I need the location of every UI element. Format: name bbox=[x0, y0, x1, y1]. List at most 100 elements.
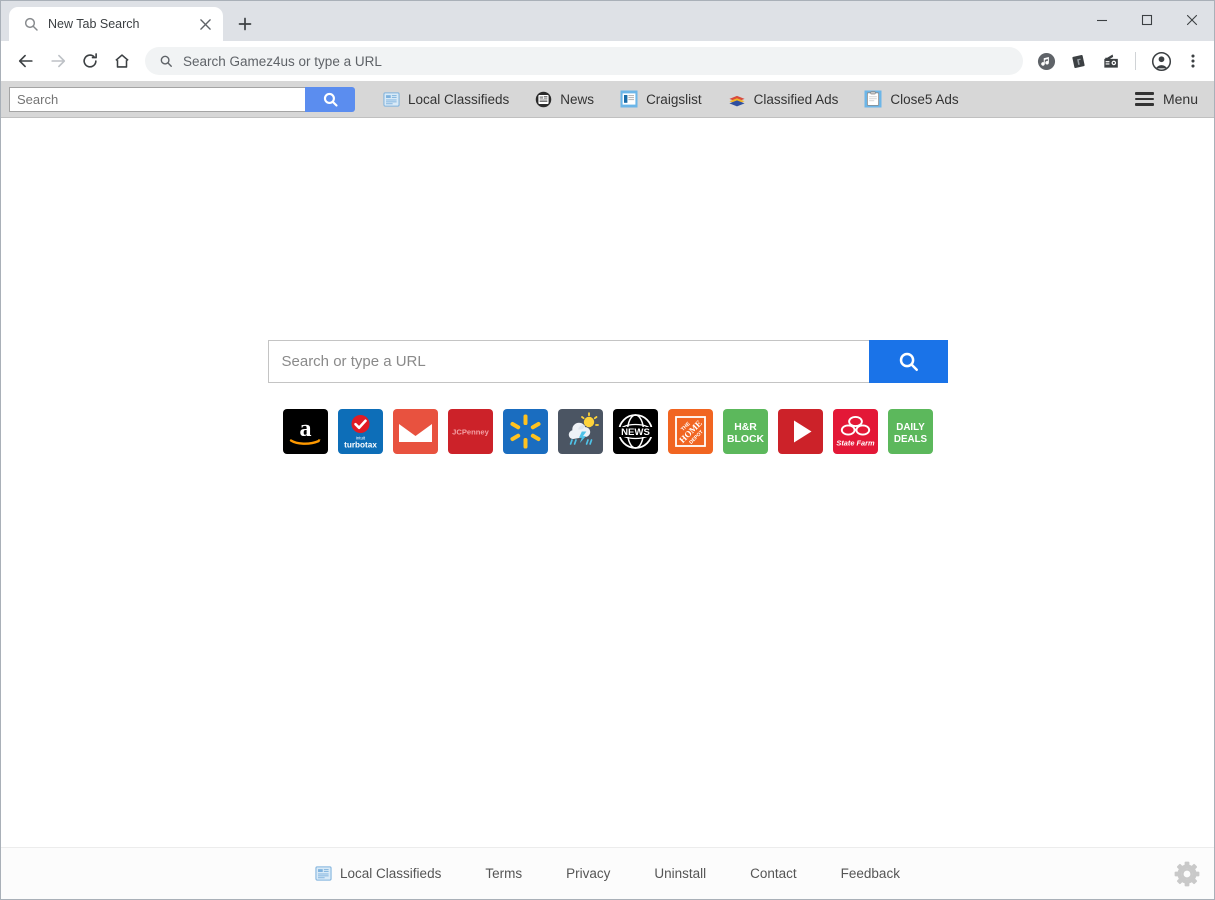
toolbar-search-button[interactable] bbox=[305, 86, 355, 112]
home-icon[interactable] bbox=[107, 46, 137, 76]
shortcut-tiles: a intuit turbotax JCPenney NEWS THE HOME… bbox=[282, 409, 933, 454]
toolbar-link-label: Close5 Ads bbox=[890, 91, 959, 107]
tile-news[interactable]: NEWS bbox=[612, 409, 658, 454]
tab-new-tab-search[interactable]: New Tab Search bbox=[9, 7, 223, 41]
three-dot-menu-icon[interactable] bbox=[1180, 48, 1206, 74]
maximize-button[interactable] bbox=[1124, 1, 1169, 39]
reload-icon[interactable] bbox=[75, 46, 105, 76]
toolbar-link-label: Local Classifieds bbox=[408, 91, 510, 107]
footer-link-contact[interactable]: Contact bbox=[750, 866, 797, 881]
svg-text:turbotax: turbotax bbox=[344, 441, 377, 450]
gear-icon bbox=[1174, 861, 1200, 886]
news-icon bbox=[535, 91, 552, 108]
main-search-button[interactable] bbox=[868, 340, 948, 383]
toolbar-link-craigslist[interactable]: Craigslist bbox=[620, 90, 702, 108]
close-icon[interactable] bbox=[196, 15, 214, 33]
footer-link-local-classifieds[interactable]: Local Classifieds bbox=[315, 865, 441, 882]
radio-icon[interactable] bbox=[1097, 48, 1123, 74]
settings-button[interactable] bbox=[1172, 859, 1202, 889]
new-tab-button[interactable] bbox=[231, 10, 259, 38]
svg-text:H&R: H&R bbox=[734, 422, 757, 433]
svg-text:State Farm: State Farm bbox=[836, 439, 875, 448]
divider bbox=[1135, 52, 1136, 70]
toolbar-search bbox=[9, 86, 355, 112]
hrblock-icon: H&R BLOCK bbox=[727, 422, 764, 445]
tab-strip: New Tab Search bbox=[1, 1, 1214, 41]
footer-link-uninstall[interactable]: Uninstall bbox=[654, 866, 706, 881]
toolbar-link-local-classifieds[interactable]: Local Classifieds bbox=[383, 91, 509, 108]
new-tab-page: a intuit turbotax bbox=[1, 118, 1214, 899]
toolbar-menu-button[interactable]: Menu bbox=[1134, 91, 1198, 107]
toolbar-link-classified-ads[interactable]: Classified Ads bbox=[728, 91, 839, 108]
browser-extension-icons bbox=[1033, 48, 1206, 74]
footer-link-label: Contact bbox=[750, 866, 797, 881]
footer-link-label: Local Classifieds bbox=[340, 866, 442, 881]
tile-state-farm[interactable]: State Farm bbox=[832, 409, 878, 454]
footer-link-label: Feedback bbox=[840, 866, 900, 881]
turbotax-icon: intuit turbotax bbox=[344, 415, 377, 450]
page-main-content: a intuit turbotax bbox=[1, 118, 1214, 847]
music-note-icon[interactable] bbox=[1033, 48, 1059, 74]
window-controls bbox=[1079, 1, 1214, 41]
daily-deals-icon: DAILY DEALS bbox=[893, 422, 927, 445]
walmart-icon bbox=[509, 414, 541, 449]
address-bar-placeholder: Search Gamez4us or type a URL bbox=[183, 53, 382, 69]
tile-home-depot[interactable]: THE HOME DEPOT bbox=[667, 409, 713, 454]
forward-arrow-icon[interactable] bbox=[43, 46, 73, 76]
toolbar-search-input[interactable] bbox=[9, 86, 305, 112]
local-classifieds-icon bbox=[315, 865, 332, 882]
page-footer: Local Classifieds Terms Privacy Uninstal… bbox=[1, 847, 1214, 899]
minimize-button[interactable] bbox=[1079, 1, 1124, 39]
classified-ads-layers-icon bbox=[728, 91, 746, 108]
footer-link-privacy[interactable]: Privacy bbox=[566, 866, 610, 881]
main-search-input[interactable] bbox=[267, 340, 869, 383]
footer-link-label: Privacy bbox=[566, 866, 611, 881]
dark-card-icon[interactable] bbox=[1065, 48, 1091, 74]
toolbar-link-label: Craigslist bbox=[646, 91, 702, 107]
tile-hr-block[interactable]: H&R BLOCK bbox=[722, 409, 768, 454]
home-depot-icon: THE HOME DEPOT bbox=[674, 416, 706, 447]
toolbar-link-news[interactable]: News bbox=[535, 91, 594, 108]
main-search-box bbox=[267, 340, 948, 383]
footer-link-feedback[interactable]: Feedback bbox=[841, 866, 900, 881]
browser-window: New Tab Search Search Gamez4us or type a… bbox=[0, 0, 1215, 900]
navigation-bar: Search Gamez4us or type a URL bbox=[1, 41, 1214, 81]
statefarm-icon: State Farm bbox=[836, 415, 875, 448]
tab-title: New Tab Search bbox=[48, 17, 140, 31]
footer-link-label: Terms bbox=[485, 866, 523, 881]
search-icon bbox=[159, 54, 173, 68]
svg-text:DAILY: DAILY bbox=[896, 422, 925, 433]
tile-weather[interactable] bbox=[557, 409, 603, 454]
tile-gmail[interactable] bbox=[392, 409, 438, 454]
svg-text:NEWS: NEWS bbox=[621, 427, 650, 438]
footer-link-label: Uninstall bbox=[654, 866, 707, 881]
address-bar[interactable]: Search Gamez4us or type a URL bbox=[145, 47, 1023, 75]
svg-text:a: a bbox=[299, 416, 311, 442]
tile-turbotax[interactable]: intuit turbotax bbox=[337, 409, 383, 454]
news-globe-icon: NEWS bbox=[617, 414, 653, 449]
svg-text:BLOCK: BLOCK bbox=[727, 434, 764, 445]
toolbar-link-label: Classified Ads bbox=[753, 91, 839, 107]
account-avatar-icon[interactable] bbox=[1148, 48, 1174, 74]
local-classifieds-icon bbox=[383, 91, 400, 108]
close-window-button[interactable] bbox=[1169, 1, 1214, 39]
tile-daily-deals[interactable]: DAILY DEALS bbox=[887, 409, 933, 454]
toolbar-menu-label: Menu bbox=[1162, 91, 1198, 107]
search-icon bbox=[23, 16, 39, 32]
amazon-icon: a bbox=[289, 416, 321, 445]
jcpenney-icon: JCPenney bbox=[452, 428, 489, 437]
toolbar-link-close5-ads[interactable]: Close5 Ads bbox=[864, 90, 959, 108]
tile-amazon[interactable]: a bbox=[282, 409, 328, 454]
back-arrow-icon[interactable] bbox=[11, 46, 41, 76]
tile-youtube[interactable] bbox=[777, 409, 823, 454]
craigslist-icon bbox=[620, 90, 638, 108]
hamburger-menu-icon bbox=[1134, 92, 1154, 106]
weather-icon bbox=[568, 412, 599, 445]
toolbar-link-label: News bbox=[560, 91, 595, 107]
tile-jcpenney[interactable]: JCPenney bbox=[447, 409, 493, 454]
footer-link-terms[interactable]: Terms bbox=[485, 866, 522, 881]
svg-text:JCPenney: JCPenney bbox=[452, 428, 489, 437]
tile-walmart[interactable] bbox=[502, 409, 548, 454]
toolbar-links: Local Classifieds News Craigslist Classi… bbox=[383, 90, 959, 108]
footer-links: Local Classifieds Terms Privacy Uninstal… bbox=[315, 865, 900, 882]
